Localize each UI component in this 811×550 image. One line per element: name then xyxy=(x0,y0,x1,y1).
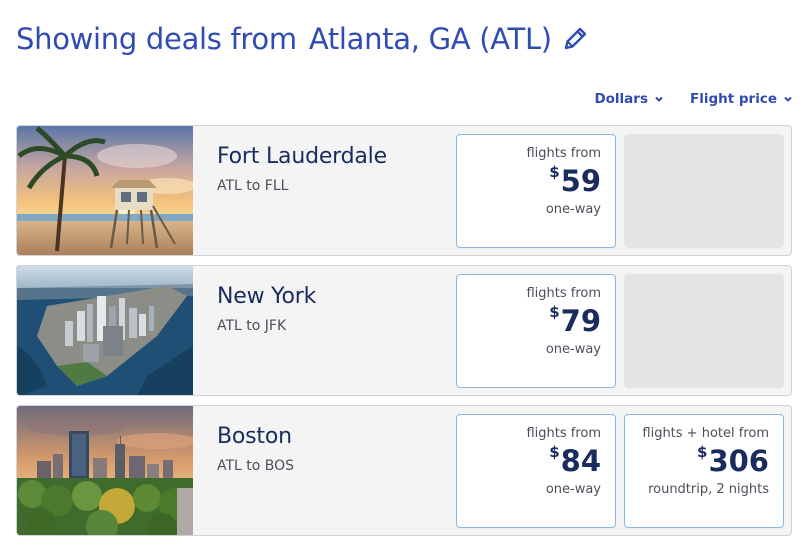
currency-symbol: $ xyxy=(549,443,560,461)
destination-city: Fort Lauderdale xyxy=(217,144,387,169)
beach-lifeguard-tower-photo xyxy=(17,126,193,255)
deal-card-boston[interactable]: Boston ATL to BOS flights from $84 one-w… xyxy=(16,405,792,536)
origin-city-link[interactable]: Atlanta, GA (ATL) xyxy=(309,22,552,56)
heading-text: Showing deals from xyxy=(16,22,297,56)
destination-route: ATL to BOS xyxy=(217,458,295,474)
price-value: 84 xyxy=(560,444,601,478)
price-amount: $59 xyxy=(467,163,601,198)
deal-controls: Dollars Flight price xyxy=(594,91,793,107)
price-label: flights from xyxy=(526,286,601,301)
price-amount: $79 xyxy=(467,303,601,338)
flight-price-box[interactable]: flights from $84 one-way xyxy=(456,414,616,528)
price-label: flights from xyxy=(526,426,601,441)
flight-price-box[interactable]: flights from $59 one-way xyxy=(456,134,616,248)
price-note: one-way xyxy=(545,202,601,218)
price-note: roundtrip, 2 nights xyxy=(648,482,769,498)
flight-hotel-price-box[interactable]: flights + hotel from $306 roundtrip, 2 n… xyxy=(624,414,784,528)
destination-route: ATL to JFK xyxy=(217,318,287,334)
destination-route: ATL to FLL xyxy=(217,178,289,194)
sort-dropdown[interactable]: Flight price xyxy=(690,91,793,107)
currency-dropdown[interactable]: Dollars xyxy=(594,91,664,107)
loading-placeholder xyxy=(624,274,784,388)
currency-dropdown-label: Dollars xyxy=(594,91,648,107)
pencil-edit-icon[interactable] xyxy=(560,24,590,54)
destination-city: Boston xyxy=(217,424,292,449)
sort-dropdown-label: Flight price xyxy=(689,91,777,107)
price-amount: $306 xyxy=(635,443,769,478)
flight-price-box[interactable]: flights from $79 one-way xyxy=(456,274,616,388)
boston-skyline-sunset-photo xyxy=(17,406,193,535)
price-label: flights from xyxy=(526,146,601,161)
price-label: flights + hotel from xyxy=(642,426,769,441)
currency-symbol: $ xyxy=(697,443,708,461)
price-note: one-way xyxy=(545,342,601,358)
price-value: 306 xyxy=(708,444,769,478)
price-note: one-way xyxy=(545,482,601,498)
manhattan-aerial-photo xyxy=(17,266,193,395)
currency-symbol: $ xyxy=(549,163,560,181)
price-value: 79 xyxy=(560,304,601,338)
destination-city: New York xyxy=(217,284,317,309)
deal-card-fort-lauderdale[interactable]: Fort Lauderdale ATL to FLL flights from … xyxy=(16,125,792,256)
chevron-down-icon xyxy=(783,94,793,104)
loading-placeholder xyxy=(624,134,784,248)
deal-card-new-york[interactable]: New York ATL to JFK flights from $79 one… xyxy=(16,265,792,396)
currency-symbol: $ xyxy=(549,303,560,321)
chevron-down-icon xyxy=(654,94,664,104)
page-heading: Showing deals from Atlanta, GA (ATL) xyxy=(16,22,590,56)
price-value: 59 xyxy=(560,164,601,198)
price-amount: $84 xyxy=(467,443,601,478)
